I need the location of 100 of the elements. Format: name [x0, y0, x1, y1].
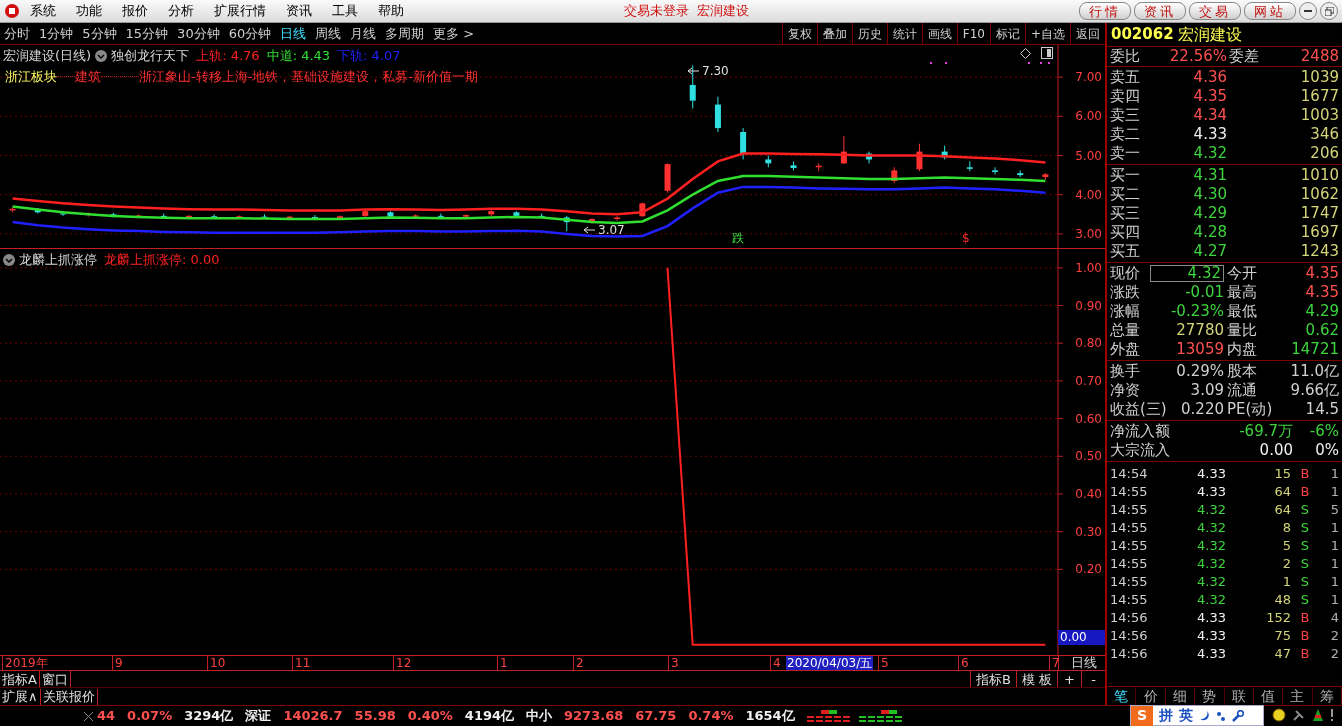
axis-label: 5.00: [1075, 148, 1102, 163]
order-level: 买五: [1110, 244, 1141, 259]
axis-label: 0.60: [1075, 411, 1102, 426]
order-volume: 1747: [1300, 206, 1339, 221]
market-index-value: 9273.68: [564, 707, 624, 726]
tick-time: 14:55: [1110, 556, 1149, 570]
tick-count: 5: [1330, 502, 1339, 516]
order-price: 4.33: [1192, 127, 1227, 142]
tick-side: S: [1299, 502, 1311, 516]
field-value: 9.66亿: [1290, 383, 1339, 398]
field-label: 委比: [1110, 49, 1141, 64]
field-value: 4.35: [1305, 266, 1339, 281]
axis-label: 3.00: [1075, 226, 1102, 241]
axis-label: 11: [292, 656, 311, 670]
tick-count: 1: [1330, 556, 1339, 570]
field-label: 净流入额: [1110, 424, 1170, 439]
field-label: 内盘: [1227, 342, 1258, 357]
order-price: 4.30: [1192, 187, 1227, 202]
axis-label: 1.00: [1075, 260, 1102, 275]
field-label: 总量: [1110, 323, 1141, 338]
field-label: 股本: [1227, 364, 1257, 379]
market-index-value: 4194亿: [464, 707, 515, 726]
axis-label: 10: [207, 656, 226, 670]
tick-volume: 152: [1265, 610, 1291, 624]
signal-label: 跌: [732, 231, 744, 245]
order-volume: 1243: [1300, 244, 1339, 259]
tick-price: 4.32: [1196, 538, 1226, 552]
tick-time: 14:56: [1110, 628, 1149, 642]
tick-count: 1: [1330, 520, 1339, 534]
tick-volume: 2: [1281, 556, 1291, 570]
tick-price: 4.33: [1196, 466, 1226, 480]
tick-time: 14:56: [1110, 610, 1149, 624]
tick-volume: 8: [1281, 520, 1291, 534]
field-value: 4.35: [1305, 285, 1339, 300]
tick-time: 14:54: [1110, 466, 1149, 480]
indicator-name: 独创龙行天下: [111, 47, 190, 65]
market-index-value: 深证: [245, 707, 272, 726]
field-label: 涨幅: [1110, 304, 1141, 319]
tick-side: B: [1299, 484, 1311, 498]
tick-count: 1: [1330, 466, 1339, 480]
order-level: 卖五: [1110, 70, 1141, 85]
field-value: 4.29: [1305, 304, 1339, 319]
order-level: 买三: [1110, 206, 1141, 221]
axis-label: 3: [668, 656, 679, 670]
tick-time: 14:55: [1110, 520, 1149, 534]
tick-count: 1: [1330, 538, 1339, 552]
tick-count: 1: [1330, 574, 1339, 588]
indicator-name: 龙麟上抓涨停: [19, 251, 97, 269]
field-value: 0.29%: [1175, 364, 1224, 379]
stock-name: 宏润建设: [1177, 23, 1242, 46]
field-value: 2488: [1300, 49, 1339, 64]
field-label: 涨跌: [1110, 285, 1141, 300]
tick-price: 4.32: [1196, 574, 1226, 588]
order-price: 4.35: [1192, 89, 1227, 104]
tick-volume: 5: [1281, 538, 1291, 552]
field-value: -6%: [1308, 424, 1339, 439]
order-volume: 1010: [1300, 168, 1339, 183]
axis-label: 2020/04/03/五: [786, 656, 874, 670]
tick-volume: 48: [1273, 592, 1291, 606]
tick-volume: 47: [1273, 646, 1291, 660]
order-price: 4.31: [1192, 168, 1227, 183]
tick-volume: 75: [1273, 628, 1291, 642]
order-price: 4.36: [1192, 70, 1227, 85]
order-price: 4.28: [1192, 225, 1227, 240]
axis-label: 5: [878, 656, 889, 670]
axis-label: 7.00: [1075, 70, 1102, 85]
field-label: 最低: [1227, 304, 1258, 319]
tick-side: S: [1299, 574, 1311, 588]
axis-label: 0.90: [1075, 298, 1102, 313]
field-value: 11.0亿: [1290, 364, 1339, 379]
field-label: 现价: [1110, 266, 1141, 281]
order-volume: 1677: [1300, 89, 1339, 104]
industry-tag: 建筑: [75, 67, 101, 87]
field-value: 13059: [1175, 342, 1224, 357]
signal-label: $: [962, 231, 970, 245]
tick-time: 14:55: [1110, 592, 1149, 606]
tick-price: 4.32: [1196, 520, 1226, 534]
tick-volume: 64: [1273, 502, 1291, 516]
order-volume: 346: [1310, 127, 1339, 142]
order-volume: 1062: [1300, 187, 1339, 202]
order-level: 买二: [1110, 187, 1141, 202]
tick-side: B: [1299, 646, 1311, 660]
order-level: 卖一: [1110, 146, 1141, 161]
axis-label: 0.40: [1075, 486, 1102, 501]
market-index-value: 3294亿: [184, 707, 234, 726]
market-index-value: 中小: [526, 707, 553, 726]
axis-label: 0.80: [1075, 336, 1102, 351]
tick-time: 14:55: [1110, 484, 1149, 498]
field-label: 今开: [1227, 266, 1258, 281]
axis-label: 4.00: [1075, 187, 1102, 202]
market-index-value: 14026.7: [283, 707, 343, 726]
indicator-reading: 龙麟上抓涨停: 0.00: [104, 251, 220, 269]
tick-price: 4.33: [1196, 484, 1226, 498]
field-value: 0.220: [1180, 402, 1224, 417]
tick-time: 14:55: [1110, 502, 1149, 516]
axis-label: 12: [393, 656, 412, 670]
tick-volume: 1: [1281, 574, 1291, 588]
order-level: 卖二: [1110, 127, 1141, 142]
tick-side: B: [1299, 628, 1311, 642]
market-index-value: 1654亿: [745, 707, 795, 726]
